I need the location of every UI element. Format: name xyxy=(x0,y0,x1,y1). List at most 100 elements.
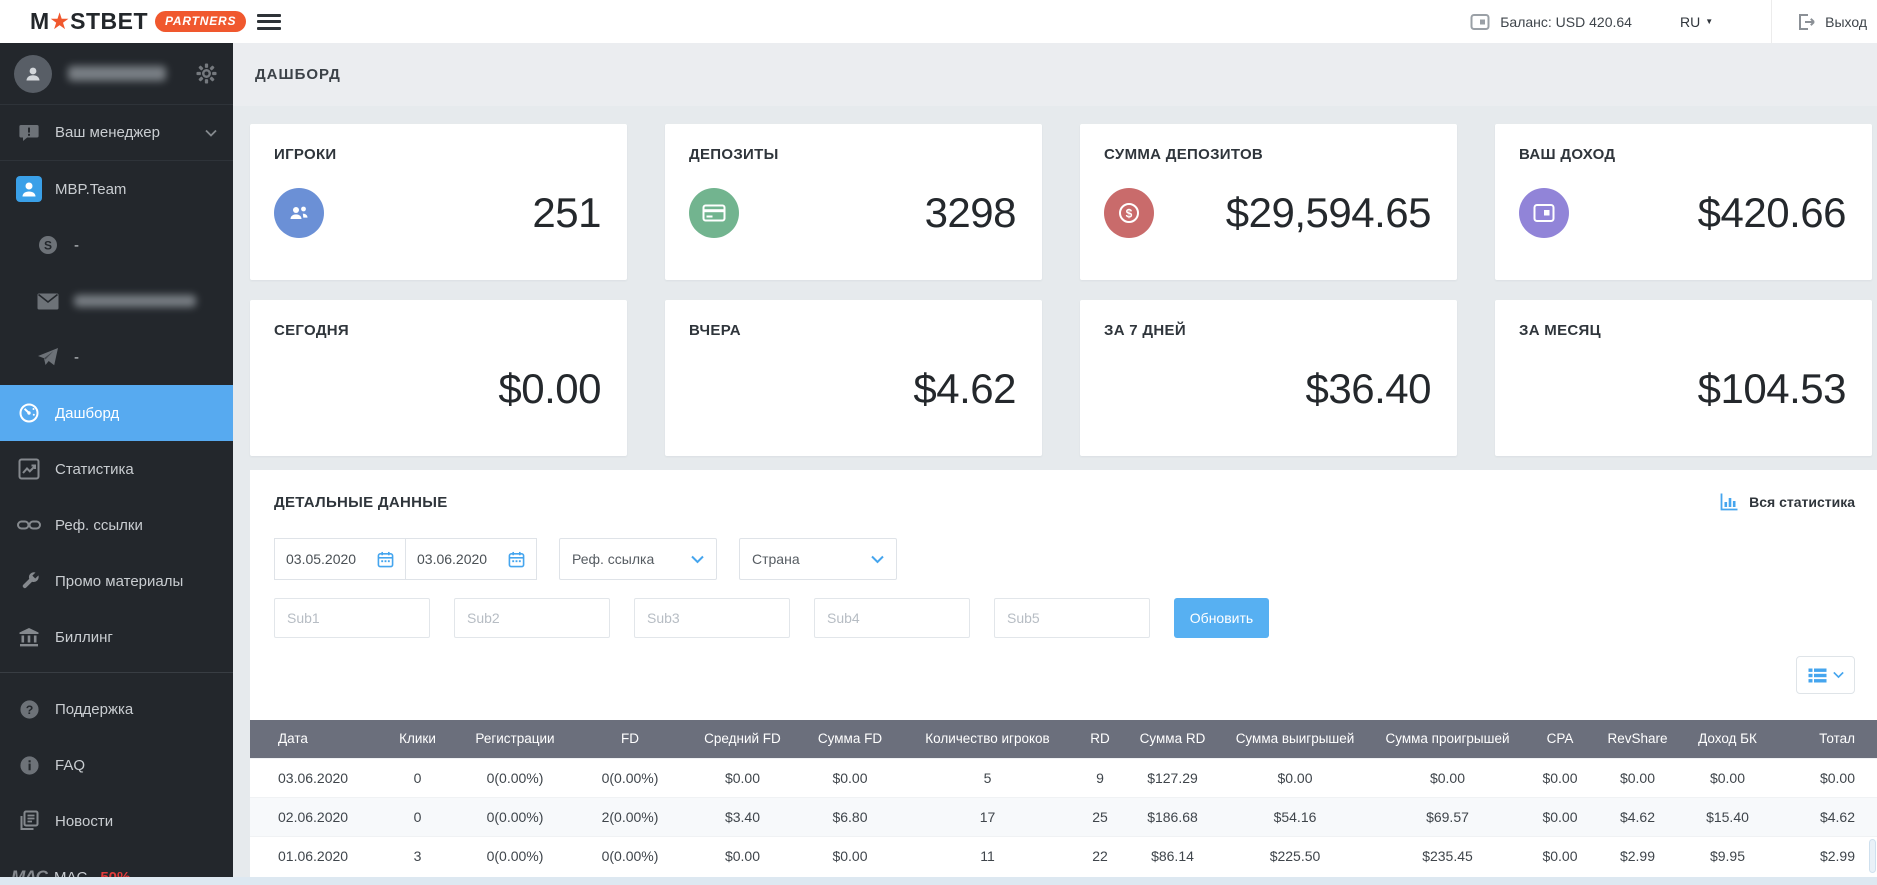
table-columns-icon xyxy=(1808,668,1827,683)
stat-cards-grid: ИГРОКИ 251 ДЕПОЗИТЫ 3298 СУММА ДЕПОЗИТОВ xyxy=(250,124,1872,456)
blurred-email xyxy=(74,295,196,307)
telegram-icon xyxy=(33,347,63,367)
avatar[interactable] xyxy=(14,55,52,93)
settings-button[interactable] xyxy=(196,63,217,84)
sub1-input[interactable] xyxy=(274,598,430,638)
nav-label: Реф. ссылки xyxy=(55,517,143,534)
sub4-input[interactable] xyxy=(814,598,970,638)
stat-card-players: ИГРОКИ 251 xyxy=(250,124,627,280)
players-icon xyxy=(274,188,324,238)
date-to-input[interactable] xyxy=(417,551,501,567)
column-header: Сумма FD xyxy=(800,720,900,758)
column-settings-button[interactable] xyxy=(1796,656,1855,694)
language-selector[interactable]: RU ▼ xyxy=(1680,14,1713,30)
question-circle-icon: ? xyxy=(14,699,44,720)
email-icon xyxy=(33,293,63,310)
page-title: ДАШБОРД xyxy=(255,66,341,83)
nav-label: Дашборд xyxy=(55,405,119,422)
column-header: FD xyxy=(575,720,685,758)
sub2-input[interactable] xyxy=(454,598,610,638)
sidebar-item-billing[interactable]: Биллинг xyxy=(0,609,233,665)
country-select[interactable]: Страна xyxy=(739,538,897,580)
gear-icon xyxy=(196,63,217,84)
partners-badge: PARTNERS xyxy=(155,11,246,32)
stat-card-today: СЕГОДНЯ $0.00 xyxy=(250,300,627,456)
refresh-button[interactable]: Обновить xyxy=(1174,598,1269,638)
table-cell: 0(0.00%) xyxy=(455,836,575,875)
wallet-icon xyxy=(1519,188,1569,238)
chevron-down-icon xyxy=(871,555,884,564)
table-cell: $0.00 xyxy=(800,836,900,875)
table-cell: $86.14 xyxy=(1125,836,1220,875)
card-value: $420.66 xyxy=(1698,189,1846,237)
table-cell: $4.62 xyxy=(1775,797,1877,836)
calendar-icon[interactable] xyxy=(377,551,394,568)
table-cell: 0(0.00%) xyxy=(455,758,575,797)
sidebar-item-news[interactable]: Новости xyxy=(0,793,233,849)
table-cell: 11 xyxy=(900,836,1075,875)
table-cell: $0.00 xyxy=(1525,758,1595,797)
skype-icon: S xyxy=(33,234,63,256)
star-icon: ★ xyxy=(51,9,69,34)
profile-row xyxy=(0,43,233,105)
table-cell: 5 xyxy=(900,758,1075,797)
link-icon xyxy=(14,518,44,532)
table-cell: $9.95 xyxy=(1680,836,1775,875)
sidebar-item-statistics[interactable]: Статистика xyxy=(0,441,233,497)
table-cell: $3.40 xyxy=(685,797,800,836)
card-label: ВЧЕРА xyxy=(689,322,1016,339)
manager-email-row xyxy=(0,273,233,329)
sub3-input[interactable] xyxy=(634,598,790,638)
nav-label: Биллинг xyxy=(55,629,113,646)
calendar-icon[interactable] xyxy=(508,551,525,568)
column-header: Средний FD xyxy=(685,720,800,758)
column-header: Сумма выигрышей xyxy=(1220,720,1370,758)
stats-table: ДатаКликиРегистрацииFDСредний FDСумма FD… xyxy=(250,720,1877,875)
chevron-down-icon xyxy=(1833,671,1844,679)
vertical-scrollbar-thumb[interactable] xyxy=(1869,839,1876,873)
balance-text: Баланс: USD 420.64 xyxy=(1500,14,1632,30)
date-from-field[interactable] xyxy=(274,538,406,580)
sidebar-item-ref-links[interactable]: Реф. ссылки xyxy=(0,497,233,553)
language-code: RU xyxy=(1680,14,1700,30)
column-header: RevShare xyxy=(1595,720,1680,758)
wrench-icon xyxy=(14,571,44,592)
column-header: Доход БК xyxy=(1680,720,1775,758)
nav-label: Новости xyxy=(55,813,113,830)
date-to-field[interactable] xyxy=(405,538,537,580)
deposit-card-icon xyxy=(689,188,739,238)
sidebar-item-dashboard[interactable]: Дашборд xyxy=(0,385,233,441)
sub5-input[interactable] xyxy=(994,598,1150,638)
sidebar-item-support[interactable]: ? Поддержка xyxy=(0,681,233,737)
card-label: ИГРОКИ xyxy=(274,146,601,163)
all-statistics-link[interactable]: Вся статистика xyxy=(1719,492,1855,512)
logout-button[interactable]: Выход xyxy=(1771,0,1877,43)
column-header: Сумма проигрышей xyxy=(1370,720,1525,758)
table-cell: 0(0.00%) xyxy=(455,797,575,836)
nav-label: Статистика xyxy=(55,461,134,478)
ref-link-select[interactable]: Реф. ссылка xyxy=(559,538,717,580)
sidebar-item-faq[interactable]: FAQ xyxy=(0,737,233,793)
stat-card-yesterday: ВЧЕРА $4.62 xyxy=(665,300,1042,456)
chat-exclamation-icon xyxy=(14,123,44,143)
table-cell: $0.00 xyxy=(800,758,900,797)
mostbet-logo: M★STBET xyxy=(30,8,148,35)
chevron-down-icon xyxy=(205,129,217,137)
date-from-input[interactable] xyxy=(286,551,370,567)
card-value: $36.40 xyxy=(1306,365,1431,413)
caret-down-icon: ▼ xyxy=(1705,17,1713,26)
logout-icon xyxy=(1796,12,1816,32)
table-cell: $186.68 xyxy=(1125,797,1220,836)
table-row: 02.06.202000(0.00%)2(0.00%)$3.40$6.80172… xyxy=(250,797,1877,836)
sidebar-item-manager[interactable]: Ваш менеджер xyxy=(0,105,233,161)
brand-logo[interactable]: M★STBET PARTNERS xyxy=(0,0,233,43)
menu-toggle-icon[interactable] xyxy=(257,14,281,30)
table-cell: $54.16 xyxy=(1220,797,1370,836)
manager-badge-icon xyxy=(14,176,44,202)
dashboard-gauge-icon xyxy=(14,402,44,424)
horizontal-scrollbar[interactable] xyxy=(0,877,1877,885)
sidebar-item-promo[interactable]: Промо материалы xyxy=(0,553,233,609)
table-cell: $0.00 xyxy=(685,836,800,875)
column-header: Регистрации xyxy=(455,720,575,758)
card-value: $0.00 xyxy=(498,365,601,413)
